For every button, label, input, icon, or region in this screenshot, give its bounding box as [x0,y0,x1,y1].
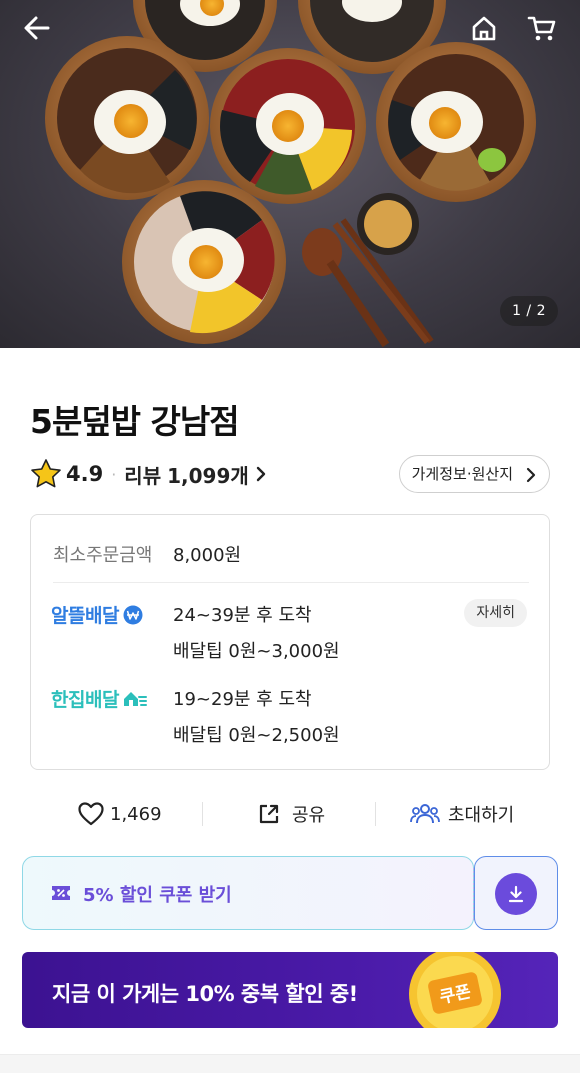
back-button[interactable] [15,6,59,50]
download-icon [508,885,524,903]
image-pager: 1 / 2 [500,296,558,326]
bowl-center [210,48,366,204]
group-icon [410,804,440,824]
alddeul-delivery-label: 알뜰배달 [51,605,119,627]
like-button[interactable]: 1,469 [78,794,162,834]
side-dish [357,193,419,255]
coupon-button[interactable]: 5% 할인 쿠폰 받기 [22,856,474,930]
hanjip-delivery-label: 한집배달 [51,689,119,711]
delivery-detail-button[interactable]: 자세히 [464,599,527,627]
action-divider [375,802,376,826]
invite-label: 초대하기 [448,805,515,826]
hanjip-delivery-brand: 한집배달 [51,685,147,712]
review-label: 리뷰 [124,463,162,488]
cart-icon [527,16,556,41]
delivery-info-card: 최소주문금액 8,000원 알뜰배달 24~39분 후 도착 배달팁 0원~3,… [30,514,550,770]
action-bar: 1,469 공유 초대하기 [30,794,550,834]
arrow-left-icon [24,16,50,40]
cart-button[interactable] [520,6,564,50]
share-button[interactable]: 공유 [258,794,325,834]
share-icon [259,804,279,824]
alddeul-delivery-brand: 알뜰배달 [51,601,144,628]
bowl-left [45,36,209,200]
chevron-right-icon [256,466,265,482]
bowl-bottom [122,180,286,344]
store-name: 5분덮밥 강남점 [30,402,240,441]
home-button[interactable] [462,6,506,50]
coupon-percent-icon [52,886,70,900]
rating-row[interactable]: 4.9 · 리뷰 1,099개 [30,456,267,492]
store-info-label: 가게정보·원산지 [411,465,513,483]
card-divider [53,582,529,583]
hanjip-tip: 배달팁 0원~2,500원 [173,725,340,746]
star-icon [31,459,61,488]
heart-icon [78,802,104,826]
promo-banner-text: 지금 이 가게는 10% 중복 할인 중! [52,982,358,1006]
like-count: 1,469 [110,803,162,825]
coupon-coin-icon: 쿠폰 [409,952,501,1028]
min-order-label: 최소주문금액 [53,545,153,566]
food-photo [45,0,536,348]
rating-value: 4.9 [66,462,104,486]
min-order-value: 8,000원 [173,545,242,566]
home-icon [472,16,496,41]
hanjip-eta: 19~29분 후 도착 [173,689,312,710]
won-coin-icon [123,605,143,624]
alddeul-tip: 배달팁 0원~3,000원 [173,641,340,662]
chevron-right-icon [526,467,536,483]
coupon-label: 5% 할인 쿠폰 받기 [83,885,232,906]
promo-banner[interactable]: 지금 이 가게는 10% 중복 할인 중! 쿠폰 [22,952,558,1028]
download-circle [495,873,537,915]
review-count: 1,099개 [167,463,249,488]
bowl-right [376,42,536,202]
section-divider [0,1054,580,1073]
coupon-download-button[interactable] [474,856,558,930]
hero-image[interactable]: 1 / 2 [0,0,580,348]
share-label: 공유 [292,805,326,826]
invite-button[interactable]: 초대하기 [410,794,514,834]
house-speed-icon [123,691,147,706]
store-info-button[interactable]: 가게정보·원산지 [398,455,550,493]
alddeul-eta: 24~39분 후 도착 [173,605,312,626]
rating-separator: · [111,464,117,484]
action-divider [202,802,203,826]
